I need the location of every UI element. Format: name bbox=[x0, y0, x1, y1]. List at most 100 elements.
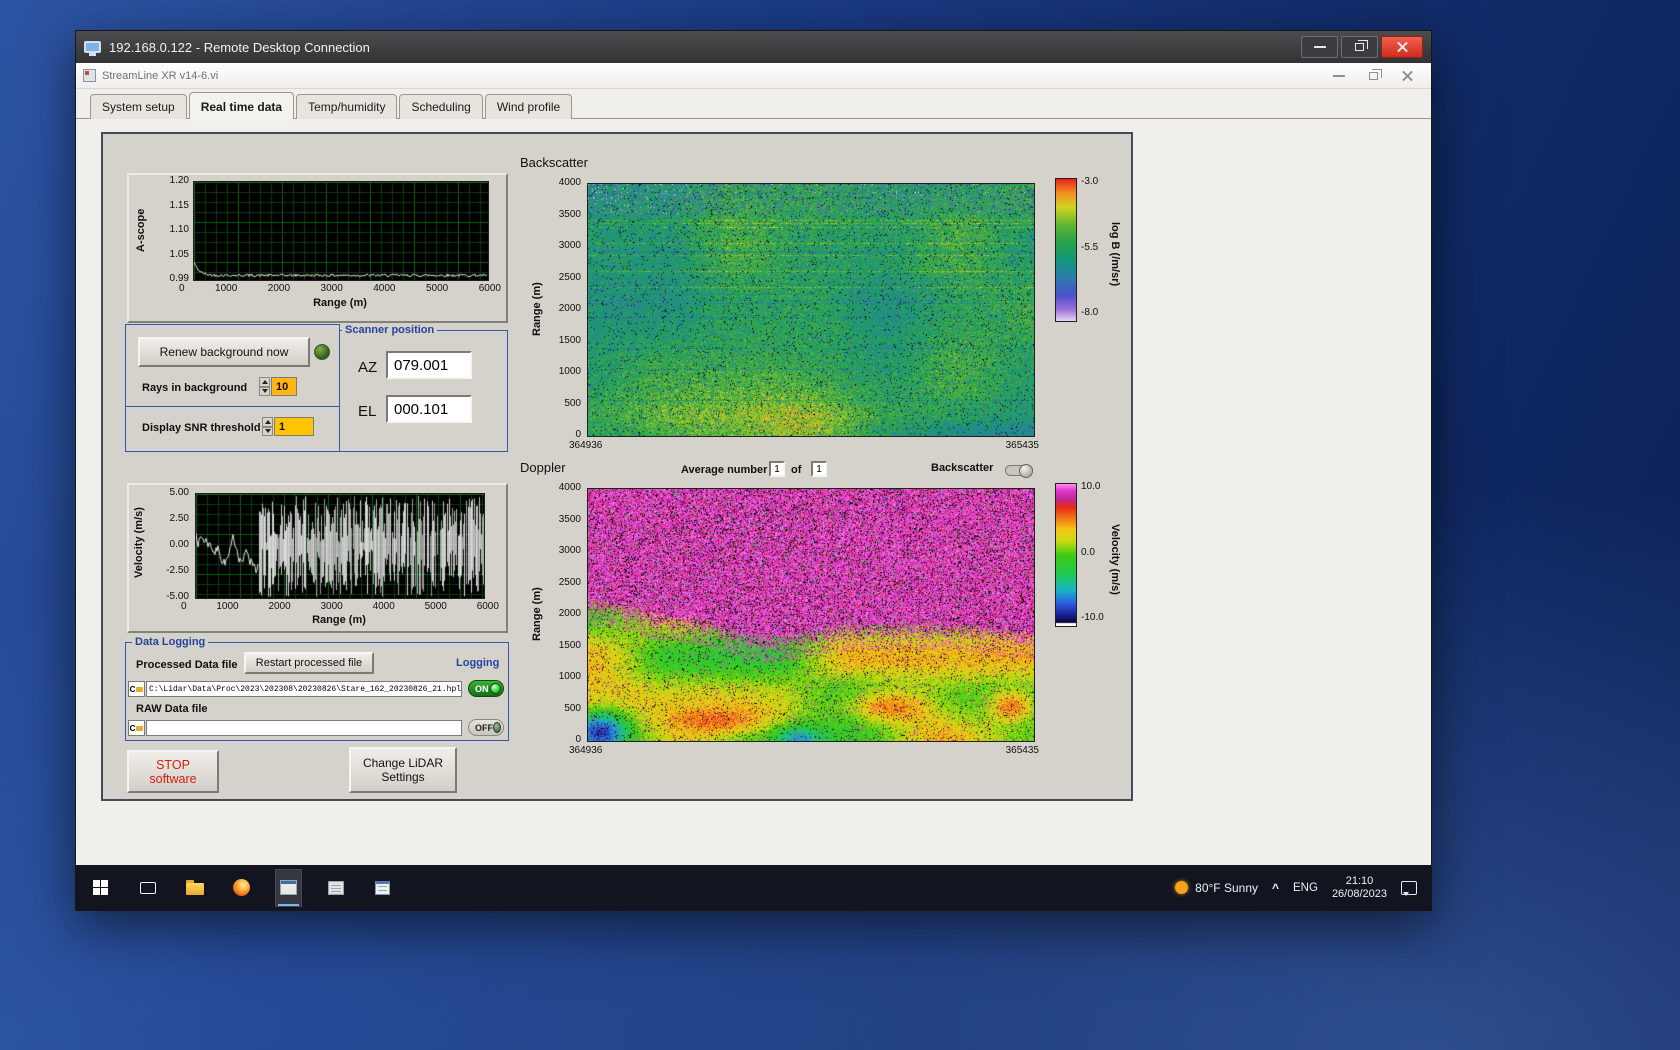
data-logging-title: Data Logging bbox=[132, 635, 209, 649]
tick-label: 3000 bbox=[558, 240, 581, 251]
close-icon bbox=[1401, 69, 1414, 82]
rdp-minimize-button[interactable] bbox=[1301, 36, 1338, 58]
scan-scheduler-taskbar-button[interactable] bbox=[323, 870, 348, 906]
language-indicator[interactable]: ENG bbox=[1293, 882, 1318, 894]
average-number-value[interactable]: 1 bbox=[769, 461, 785, 477]
backscatter-colorbar-label: log B (/m/sr) bbox=[1109, 221, 1121, 287]
tick-label: 1.05 bbox=[169, 248, 189, 260]
doppler-x-start: 364936 bbox=[569, 745, 603, 756]
tab-real-time-data[interactable]: Real time data bbox=[188, 92, 295, 119]
tick-label: -8.0 bbox=[1081, 307, 1099, 318]
drive-letter: C bbox=[129, 684, 136, 694]
tick-label: 5.00 bbox=[169, 487, 189, 498]
app-close-button[interactable] bbox=[1390, 67, 1424, 85]
rays-spinner[interactable] bbox=[259, 377, 270, 396]
tab-temp-humidity[interactable]: Temp/humidity bbox=[296, 94, 398, 119]
tab-wind-profile[interactable]: Wind profile bbox=[484, 94, 573, 119]
tick-label: 5000 bbox=[425, 283, 449, 294]
renew-background-button[interactable]: Renew background now bbox=[138, 337, 310, 367]
raw-drive-selector[interactable]: C bbox=[128, 720, 145, 736]
doppler-colorbar bbox=[1055, 483, 1077, 627]
velocity-x-axis: 0 1000 2000 3000 4000 5000 6000 bbox=[181, 601, 499, 612]
taskbar-clock[interactable]: 21:10 26/08/2023 bbox=[1332, 875, 1387, 901]
remote-screen: StreamLine XR v14-6.vi System setup Real… bbox=[76, 63, 1431, 865]
app-titlebar[interactable]: StreamLine XR v14-6.vi bbox=[76, 63, 1431, 89]
doppler-y-axis-label: Range (m) bbox=[531, 587, 543, 641]
backscatter-title: Backscatter bbox=[520, 155, 588, 170]
task-view-button[interactable] bbox=[135, 870, 160, 906]
ascope-plot bbox=[193, 181, 489, 281]
tab-scheduling[interactable]: Scheduling bbox=[399, 94, 483, 119]
app-restore-button[interactable] bbox=[1356, 67, 1390, 85]
tick-label: 500 bbox=[564, 702, 581, 714]
tick-label: 4000 bbox=[373, 283, 396, 294]
sun-icon bbox=[1175, 881, 1189, 894]
tick-label: 2.50 bbox=[169, 513, 189, 524]
rays-in-background-label: Rays in background bbox=[142, 382, 248, 394]
processed-drive-selector[interactable]: C bbox=[128, 681, 145, 697]
az-value[interactable]: 079.001 bbox=[386, 351, 472, 379]
tick-label: 0.00 bbox=[169, 539, 189, 550]
scan-scheduler-icon bbox=[327, 880, 344, 895]
scanner-position-box: Scanner position AZ 079.001 EL 000.101 bbox=[339, 323, 508, 452]
app-minimize-button[interactable] bbox=[1322, 67, 1356, 85]
tick-label: 0 bbox=[181, 601, 187, 612]
average-count-value[interactable]: 1 bbox=[811, 461, 827, 477]
data-logging-box: Data Logging Processed Data file Restart… bbox=[125, 635, 509, 741]
tick-label: 0 bbox=[575, 734, 581, 745]
az-label: AZ bbox=[358, 359, 378, 376]
notification-center-icon[interactable] bbox=[1401, 880, 1417, 896]
tick-label: 1500 bbox=[558, 639, 581, 651]
tick-label: 3000 bbox=[558, 545, 581, 556]
lidar-app-taskbar-button[interactable] bbox=[275, 868, 302, 907]
stop-software-button[interactable]: STOP software bbox=[127, 750, 219, 793]
start-button[interactable] bbox=[88, 870, 113, 906]
tick-label: 0 bbox=[179, 283, 185, 294]
doppler-title: Doppler bbox=[520, 460, 566, 475]
restore-icon bbox=[1355, 40, 1368, 51]
of-label: of bbox=[791, 464, 802, 476]
rdp-close-button[interactable] bbox=[1381, 36, 1423, 58]
tick-label: 1000 bbox=[215, 283, 238, 294]
rdp-title: 192.168.0.122 - Remote Desktop Connectio… bbox=[109, 39, 370, 55]
tick-label: 4000 bbox=[558, 177, 581, 188]
processed-logging-toggle[interactable]: ON bbox=[468, 680, 504, 697]
off-label: OFF bbox=[475, 722, 493, 733]
rdp-restore-button[interactable] bbox=[1341, 36, 1378, 58]
controls-divider bbox=[126, 406, 339, 407]
raw-logging-toggle[interactable]: OFF bbox=[468, 719, 504, 736]
snr-value[interactable]: 1 bbox=[274, 417, 314, 436]
firefox-button[interactable] bbox=[229, 870, 254, 906]
windows-logo-icon bbox=[93, 880, 108, 895]
tick-label: 4000 bbox=[558, 482, 581, 493]
tray-chevron-icon[interactable]: ^ bbox=[1272, 881, 1279, 895]
backscatter-toggle[interactable] bbox=[1005, 464, 1033, 478]
tick-label: 1.20 bbox=[169, 175, 189, 186]
clock-time: 21:10 bbox=[1345, 874, 1374, 887]
restart-processed-file-button[interactable]: Restart processed file bbox=[244, 652, 374, 674]
tick-label: 1000 bbox=[216, 601, 239, 612]
snr-spinner[interactable] bbox=[262, 417, 273, 436]
folder-icon bbox=[136, 725, 144, 731]
main-panel: A-scope 1.20 1.15 1.10 1.05 0.99 0 1000 2000 30… bbox=[101, 132, 1133, 801]
backscatter-y-axis: 4000 3500 3000 2500 2000 1500 1000 500 0 bbox=[547, 177, 581, 440]
toggle-knob bbox=[1019, 464, 1033, 478]
ascope-graph-group: A-scope 1.20 1.15 1.10 1.05 0.99 0 1000 2000 30… bbox=[127, 173, 508, 323]
tab-system-setup[interactable]: System setup bbox=[90, 94, 187, 119]
weather-widget[interactable]: 80°F Sunny bbox=[1175, 881, 1258, 895]
tick-label: 6000 bbox=[476, 601, 499, 612]
restore-icon bbox=[1368, 68, 1382, 80]
backscatter-x-start: 364936 bbox=[569, 440, 603, 451]
rays-value[interactable]: 10 bbox=[271, 377, 297, 396]
raw-path-field[interactable] bbox=[146, 720, 462, 736]
change-lidar-settings-button[interactable]: Change LiDAR Settings bbox=[349, 747, 457, 793]
doppler-y-axis: 4000 3500 3000 2500 2000 1500 1000 500 0 bbox=[547, 482, 581, 745]
el-value[interactable]: 000.101 bbox=[386, 395, 472, 423]
tick-label: 6000 bbox=[478, 283, 501, 294]
notes-taskbar-button[interactable] bbox=[370, 870, 395, 906]
processed-path-field[interactable]: C:\Lidar\Data\Proc\2023\202308\20230826\… bbox=[146, 681, 462, 697]
tick-label: 4000 bbox=[372, 601, 395, 612]
rdp-titlebar[interactable]: 192.168.0.122 - Remote Desktop Connectio… bbox=[76, 31, 1431, 63]
file-explorer-button[interactable] bbox=[182, 870, 207, 906]
tick-label: 1000 bbox=[558, 366, 581, 377]
